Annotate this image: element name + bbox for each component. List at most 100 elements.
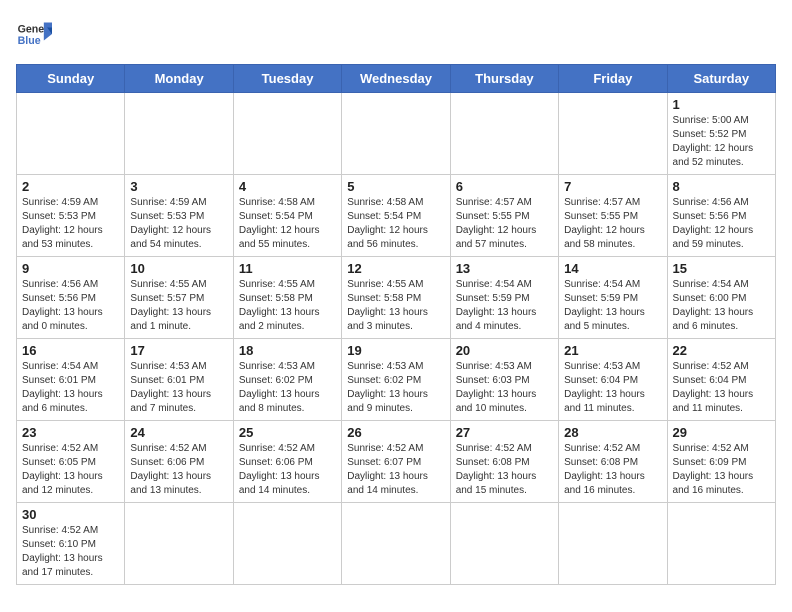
day-info: Sunrise: 4:55 AM Sunset: 5:58 PM Dayligh…: [347, 278, 444, 334]
day-info: Sunrise: 4:53 AM Sunset: 6:02 PM Dayligh…: [239, 360, 336, 416]
calendar-table: SundayMondayTuesdayWednesdayThursdayFrid…: [16, 64, 776, 585]
day-number: 10: [130, 261, 227, 276]
calendar-cell: 17Sunrise: 4:53 AM Sunset: 6:01 PM Dayli…: [125, 339, 233, 421]
weekday-header-row: SundayMondayTuesdayWednesdayThursdayFrid…: [17, 65, 776, 93]
calendar-cell: [450, 503, 558, 585]
day-number: 6: [456, 179, 553, 194]
calendar-cell: 28 Sunrise: 4:52 AM Sunset: 6:08 PM Dayli…: [559, 421, 667, 503]
day-info: Sunrise: 4:57 AM Sunset: 5:55 PM Dayligh…: [456, 196, 553, 252]
calendar-cell: 11 Sunrise: 4:55 AM Sunset: 5:58 PM Dayli…: [233, 257, 341, 339]
calendar-cell: [667, 503, 775, 585]
calendar-cell: 20Sunrise: 4:53 AM Sunset: 6:03 PM Dayli…: [450, 339, 558, 421]
day-info: Sunrise: 4:53 AM Sunset: 6:01 PM Dayligh…: [130, 360, 227, 416]
day-number: 27: [456, 425, 553, 440]
calendar-week-5: 23 Sunrise: 4:52 AM Sunset: 6:05 PM Dayli…: [17, 421, 776, 503]
day-number: 16: [22, 343, 119, 358]
calendar-week-1: 1 Sunrise: 5:00 AM Sunset: 5:52 PM Daylig…: [17, 93, 776, 175]
day-info: Sunrise: 4:53 AM Sunset: 6:04 PM Dayligh…: [564, 360, 661, 416]
day-info: Sunrise: 4:55 AM Sunset: 5:58 PM Dayligh…: [239, 278, 336, 334]
day-info: Sunrise: 4:52 AM Sunset: 6:05 PM Dayligh…: [22, 442, 119, 498]
day-number: 30: [22, 507, 119, 522]
day-number: 8: [673, 179, 770, 194]
day-number: 14: [564, 261, 661, 276]
logo: General Blue: [16, 16, 52, 52]
day-number: 23: [22, 425, 119, 440]
day-number: 24: [130, 425, 227, 440]
day-info: Sunrise: 4:58 AM Sunset: 5:54 PM Dayligh…: [239, 196, 336, 252]
day-info: Sunrise: 4:52 AM Sunset: 6:08 PM Dayligh…: [456, 442, 553, 498]
calendar-cell: 19Sunrise: 4:53 AM Sunset: 6:02 PM Dayli…: [342, 339, 450, 421]
calendar-cell: [559, 503, 667, 585]
day-number: 2: [22, 179, 119, 194]
calendar-cell: 12 Sunrise: 4:55 AM Sunset: 5:58 PM Dayli…: [342, 257, 450, 339]
day-number: 9: [22, 261, 119, 276]
day-number: 28: [564, 425, 661, 440]
day-info: Sunrise: 5:00 AM Sunset: 5:52 PM Dayligh…: [673, 114, 770, 170]
day-info: Sunrise: 4:54 AM Sunset: 6:01 PM Dayligh…: [22, 360, 119, 416]
day-number: 7: [564, 179, 661, 194]
calendar-cell: [233, 503, 341, 585]
day-info: Sunrise: 4:56 AM Sunset: 5:56 PM Dayligh…: [22, 278, 119, 334]
day-info: Sunrise: 4:52 AM Sunset: 6:07 PM Dayligh…: [347, 442, 444, 498]
calendar-cell: 1 Sunrise: 5:00 AM Sunset: 5:52 PM Daylig…: [667, 93, 775, 175]
calendar-cell: 27 Sunrise: 4:52 AM Sunset: 6:08 PM Dayli…: [450, 421, 558, 503]
calendar-cell: 22 Sunrise: 4:52 AM Sunset: 6:04 PM Dayli…: [667, 339, 775, 421]
weekday-header-friday: Friday: [559, 65, 667, 93]
calendar-cell: 4 Sunrise: 4:58 AM Sunset: 5:54 PM Daylig…: [233, 175, 341, 257]
day-info: Sunrise: 4:52 AM Sunset: 6:06 PM Dayligh…: [130, 442, 227, 498]
calendar-cell: 16 Sunrise: 4:54 AM Sunset: 6:01 PM Dayli…: [17, 339, 125, 421]
calendar-cell: 14 Sunrise: 4:54 AM Sunset: 5:59 PM Dayli…: [559, 257, 667, 339]
generalblue-logo-icon: General Blue: [16, 16, 52, 52]
calendar-cell: 29 Sunrise: 4:52 AM Sunset: 6:09 PM Dayli…: [667, 421, 775, 503]
day-info: Sunrise: 4:52 AM Sunset: 6:09 PM Dayligh…: [673, 442, 770, 498]
calendar-cell: 3Sunrise: 4:59 AM Sunset: 5:53 PM Daylig…: [125, 175, 233, 257]
calendar-cell: [342, 93, 450, 175]
day-number: 11: [239, 261, 336, 276]
calendar-cell: 18 Sunrise: 4:53 AM Sunset: 6:02 PM Dayli…: [233, 339, 341, 421]
day-number: 12: [347, 261, 444, 276]
calendar-cell: 21Sunrise: 4:53 AM Sunset: 6:04 PM Dayli…: [559, 339, 667, 421]
weekday-header-wednesday: Wednesday: [342, 65, 450, 93]
day-number: 15: [673, 261, 770, 276]
day-info: Sunrise: 4:56 AM Sunset: 5:56 PM Dayligh…: [673, 196, 770, 252]
day-number: 18: [239, 343, 336, 358]
calendar-cell: 9 Sunrise: 4:56 AM Sunset: 5:56 PM Daylig…: [17, 257, 125, 339]
calendar-cell: [559, 93, 667, 175]
day-number: 25: [239, 425, 336, 440]
day-number: 4: [239, 179, 336, 194]
weekday-header-saturday: Saturday: [667, 65, 775, 93]
calendar-cell: 15Sunrise: 4:54 AM Sunset: 6:00 PM Dayli…: [667, 257, 775, 339]
calendar-week-3: 9 Sunrise: 4:56 AM Sunset: 5:56 PM Daylig…: [17, 257, 776, 339]
day-info: Sunrise: 4:55 AM Sunset: 5:57 PM Dayligh…: [130, 278, 227, 334]
day-info: Sunrise: 4:52 AM Sunset: 6:08 PM Dayligh…: [564, 442, 661, 498]
day-info: Sunrise: 4:54 AM Sunset: 5:59 PM Dayligh…: [564, 278, 661, 334]
day-number: 20: [456, 343, 553, 358]
weekday-header-sunday: Sunday: [17, 65, 125, 93]
day-number: 13: [456, 261, 553, 276]
day-number: 22: [673, 343, 770, 358]
calendar-cell: 5Sunrise: 4:58 AM Sunset: 5:54 PM Daylig…: [342, 175, 450, 257]
weekday-header-thursday: Thursday: [450, 65, 558, 93]
day-number: 19: [347, 343, 444, 358]
calendar-cell: [125, 503, 233, 585]
day-info: Sunrise: 4:57 AM Sunset: 5:55 PM Dayligh…: [564, 196, 661, 252]
calendar-cell: 25Sunrise: 4:52 AM Sunset: 6:06 PM Dayli…: [233, 421, 341, 503]
calendar-week-4: 16 Sunrise: 4:54 AM Sunset: 6:01 PM Dayli…: [17, 339, 776, 421]
calendar-cell: 8 Sunrise: 4:56 AM Sunset: 5:56 PM Daylig…: [667, 175, 775, 257]
calendar-cell: 7 Sunrise: 4:57 AM Sunset: 5:55 PM Daylig…: [559, 175, 667, 257]
weekday-header-monday: Monday: [125, 65, 233, 93]
calendar-cell: 6 Sunrise: 4:57 AM Sunset: 5:55 PM Daylig…: [450, 175, 558, 257]
calendar-cell: 30Sunrise: 4:52 AM Sunset: 6:10 PM Dayli…: [17, 503, 125, 585]
day-info: Sunrise: 4:52 AM Sunset: 6:04 PM Dayligh…: [673, 360, 770, 416]
calendar-cell: 26Sunrise: 4:52 AM Sunset: 6:07 PM Dayli…: [342, 421, 450, 503]
day-number: 1: [673, 97, 770, 112]
calendar-cell: 24 Sunrise: 4:52 AM Sunset: 6:06 PM Dayli…: [125, 421, 233, 503]
day-info: Sunrise: 4:59 AM Sunset: 5:53 PM Dayligh…: [130, 196, 227, 252]
day-number: 29: [673, 425, 770, 440]
day-info: Sunrise: 4:59 AM Sunset: 5:53 PM Dayligh…: [22, 196, 119, 252]
calendar-cell: [233, 93, 341, 175]
calendar-cell: 23 Sunrise: 4:52 AM Sunset: 6:05 PM Dayli…: [17, 421, 125, 503]
calendar-cell: 2 Sunrise: 4:59 AM Sunset: 5:53 PM Daylig…: [17, 175, 125, 257]
calendar-cell: [450, 93, 558, 175]
calendar-cell: [125, 93, 233, 175]
